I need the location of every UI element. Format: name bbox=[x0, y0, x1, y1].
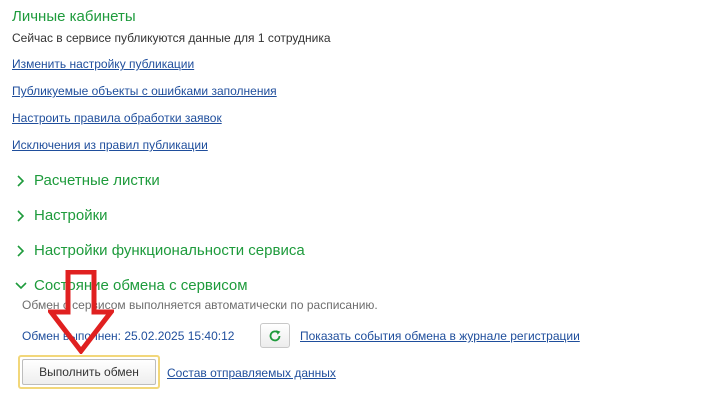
section-settings[interactable]: Настройки bbox=[14, 207, 108, 224]
sent-data-composition-link[interactable]: Состав отправляемых данных bbox=[167, 366, 336, 380]
run-exchange-button[interactable]: Выполнить обмен bbox=[22, 359, 156, 385]
run-exchange-focus-frame: Выполнить обмен bbox=[18, 355, 160, 389]
publication-exceptions-link[interactable]: Исключения из правил публикации bbox=[12, 138, 208, 152]
chevron-right-icon bbox=[17, 174, 25, 187]
refresh-icon bbox=[269, 329, 281, 341]
change-publication-settings-link[interactable]: Изменить настройку публикации bbox=[12, 57, 194, 71]
refresh-button[interactable] bbox=[260, 323, 290, 348]
last-exchange-status: Обмен выполнен: 25.02.2025 15:40:12 bbox=[22, 329, 235, 343]
section-label: Состояние обмена с сервисом bbox=[34, 277, 248, 294]
personal-accounts-panel: Личные кабинеты Сейчас в сервисе публику… bbox=[0, 0, 701, 395]
chevron-right-icon bbox=[17, 244, 25, 257]
request-rules-link[interactable]: Настроить правила обработки заявок bbox=[12, 111, 222, 125]
show-exchange-events-link[interactable]: Показать события обмена в журнале регист… bbox=[300, 329, 580, 343]
section-exchange-status[interactable]: Состояние обмена с сервисом bbox=[14, 277, 248, 294]
section-service-functionality[interactable]: Настройки функциональности сервиса bbox=[14, 242, 305, 259]
chevron-down-icon bbox=[15, 281, 27, 289]
section-label: Расчетные листки bbox=[34, 172, 160, 189]
section-payslips[interactable]: Расчетные листки bbox=[14, 172, 160, 189]
exchange-schedule-note: Обмен с сервисом выполняется автоматичес… bbox=[22, 298, 378, 312]
page-title: Личные кабинеты bbox=[12, 8, 136, 25]
chevron-right-icon bbox=[17, 209, 25, 222]
section-label: Настройки функциональности сервиса bbox=[34, 242, 305, 259]
objects-with-errors-link[interactable]: Публикуемые объекты с ошибками заполнени… bbox=[12, 84, 277, 98]
section-label: Настройки bbox=[34, 207, 108, 224]
publication-info: Сейчас в сервисе публикуются данные для … bbox=[12, 31, 331, 45]
